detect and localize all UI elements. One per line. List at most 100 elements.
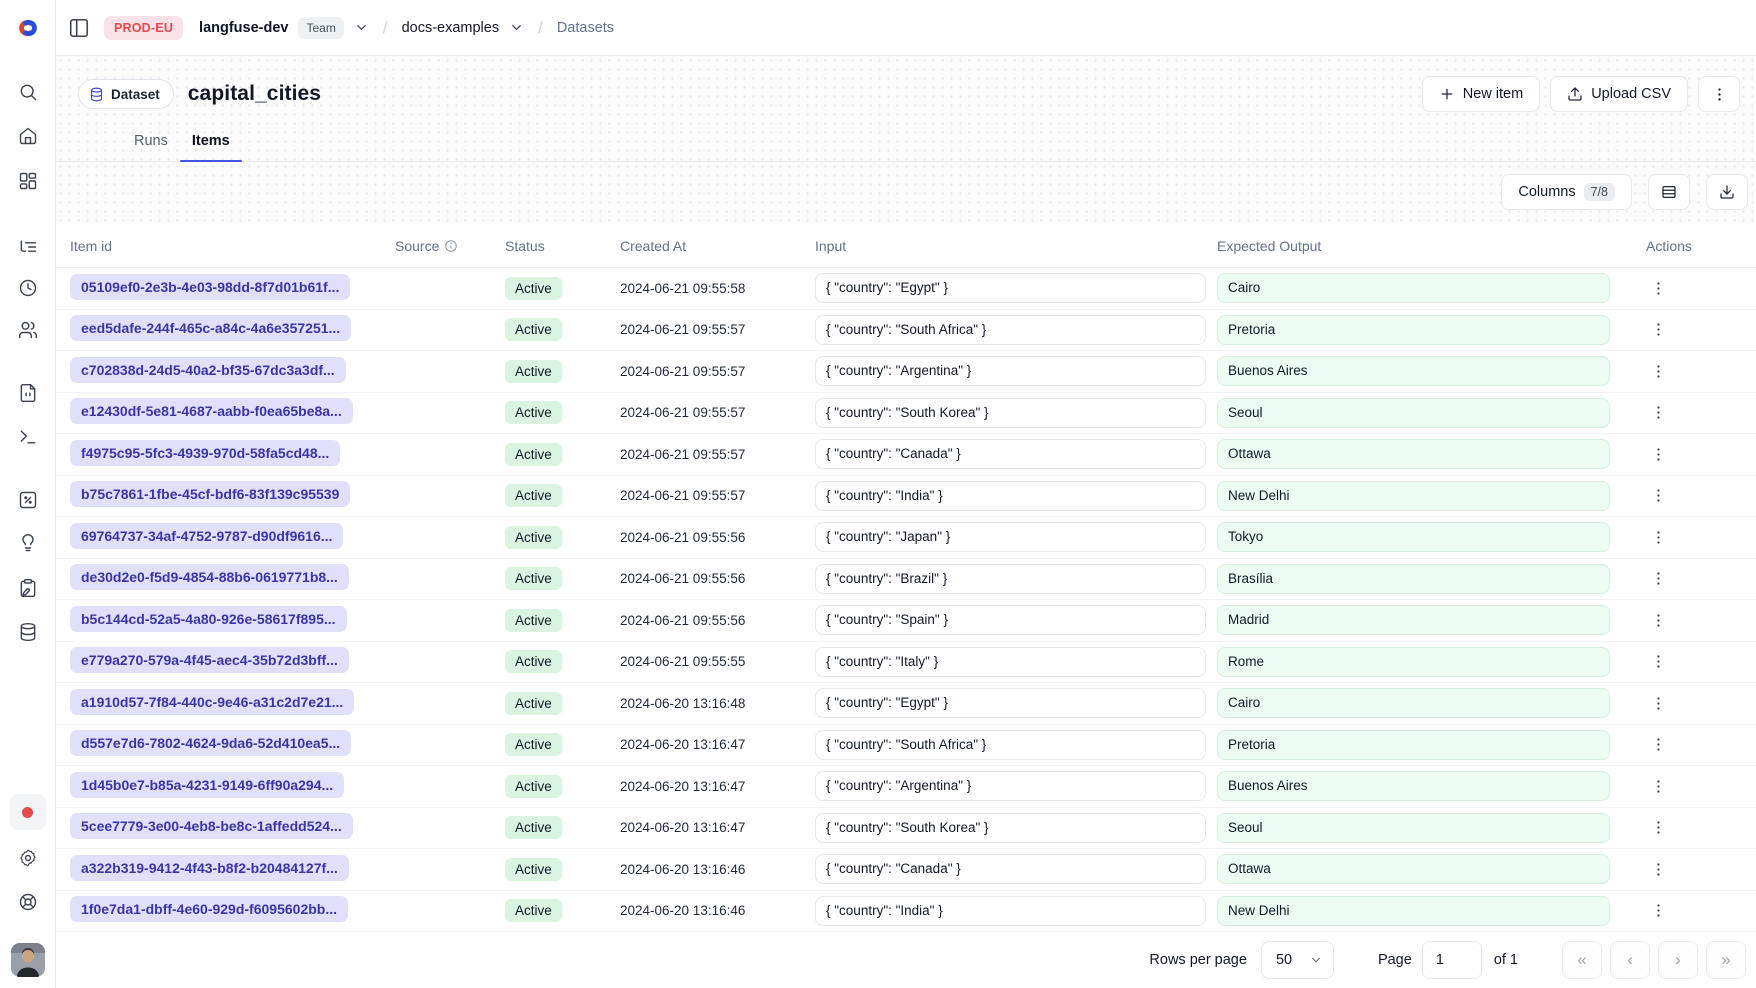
input-value[interactable]: { "country": "India" } xyxy=(815,481,1206,511)
item-id-badge[interactable]: b5c144cd-52a5-4a80-926e-58617f895... xyxy=(70,606,347,632)
expected-output-value[interactable]: Cairo xyxy=(1217,273,1610,303)
support-lifebuoy-icon[interactable] xyxy=(10,884,46,920)
item-id-badge[interactable]: f4975c95-5fc3-4939-970d-58fa5cd48... xyxy=(70,440,340,466)
upload-csv-button[interactable]: Upload CSV xyxy=(1550,76,1688,112)
row-height-button[interactable] xyxy=(1648,174,1690,210)
row-actions-button[interactable] xyxy=(1644,814,1672,842)
expected-output-value[interactable]: Pretoria xyxy=(1217,730,1610,760)
expected-output-value[interactable]: Brasília xyxy=(1217,564,1610,594)
page-number-input[interactable] xyxy=(1422,941,1482,979)
next-page-button[interactable]: › xyxy=(1658,941,1698,979)
item-id-badge[interactable]: eed5dafe-244f-465c-a84c-4a6e357251... xyxy=(70,315,351,341)
row-actions-button[interactable] xyxy=(1644,855,1672,883)
row-actions-button[interactable] xyxy=(1644,399,1672,427)
item-id-badge[interactable]: 05109ef0-2e3b-4e03-98dd-8f7d01b61f... xyxy=(70,274,350,300)
row-actions-button[interactable] xyxy=(1644,772,1672,800)
col-header-created-at[interactable]: Created At xyxy=(620,238,815,254)
home-icon[interactable] xyxy=(10,118,46,154)
input-value[interactable]: { "country": "Egypt" } xyxy=(815,688,1206,718)
notification-button[interactable] xyxy=(10,794,46,830)
row-actions-button[interactable] xyxy=(1644,523,1672,551)
expected-output-value[interactable]: Buenos Aires xyxy=(1217,356,1610,386)
row-actions-button[interactable] xyxy=(1644,689,1672,717)
expected-output-value[interactable]: Pretoria xyxy=(1217,315,1610,345)
expected-output-value[interactable]: Rome xyxy=(1217,647,1610,677)
playground-terminal-icon[interactable] xyxy=(10,419,46,455)
input-value[interactable]: { "country": "Canada" } xyxy=(815,854,1206,884)
input-value[interactable]: { "country": "Italy" } xyxy=(815,647,1206,677)
columns-button[interactable]: Columns 7/8 xyxy=(1501,174,1632,210)
input-value[interactable]: { "country": "Japan" } xyxy=(815,522,1206,552)
sessions-clock-icon[interactable] xyxy=(10,270,46,306)
dashboard-icon[interactable] xyxy=(10,163,46,199)
row-actions-button[interactable] xyxy=(1644,274,1672,302)
users-icon[interactable] xyxy=(10,312,46,348)
expected-output-value[interactable]: New Delhi xyxy=(1217,481,1610,511)
expected-output-value[interactable]: Madrid xyxy=(1217,605,1610,635)
annotation-clipboard-icon[interactable] xyxy=(10,570,46,606)
input-value[interactable]: { "country": "Egypt" } xyxy=(815,273,1206,303)
row-actions-button[interactable] xyxy=(1644,731,1672,759)
item-id-badge[interactable]: a322b319-9412-4f43-b8f2-b20484127f... xyxy=(70,855,349,881)
tab-runs[interactable]: Runs xyxy=(122,124,180,161)
expected-output-value[interactable]: Cairo xyxy=(1217,688,1610,718)
input-value[interactable]: { "country": "South Korea" } xyxy=(815,813,1206,843)
tab-items[interactable]: Items xyxy=(180,124,242,161)
first-page-button[interactable]: « xyxy=(1562,941,1602,979)
org-name[interactable]: langfuse-dev xyxy=(199,20,288,36)
col-header-expected-output[interactable]: Expected Output xyxy=(1217,238,1642,254)
breadcrumb-section[interactable]: Datasets xyxy=(557,20,614,36)
input-value[interactable]: { "country": "Argentina" } xyxy=(815,771,1206,801)
previous-page-button[interactable]: ‹ xyxy=(1610,941,1650,979)
search-icon[interactable] xyxy=(10,74,46,110)
datasets-database-icon[interactable] xyxy=(10,614,46,650)
input-value[interactable]: { "country": "Spain" } xyxy=(815,605,1206,635)
item-id-badge[interactable]: e779a270-579a-4f45-aec4-35b72d3bff... xyxy=(70,647,349,673)
row-actions-button[interactable] xyxy=(1644,897,1672,925)
item-id-badge[interactable]: b75c7861-1fbe-45cf-bdf6-83f139c95539 xyxy=(70,481,350,507)
row-actions-button[interactable] xyxy=(1644,357,1672,385)
item-id-badge[interactable]: de30d2e0-f5d9-4854-88b6-0619771b8... xyxy=(70,564,349,590)
settings-gear-icon[interactable] xyxy=(10,840,46,876)
col-header-status[interactable]: Status xyxy=(505,238,620,254)
input-value[interactable]: { "country": "South Africa" } xyxy=(815,730,1206,760)
input-value[interactable]: { "country": "Canada" } xyxy=(815,439,1206,469)
more-actions-button[interactable] xyxy=(1698,76,1740,112)
input-value[interactable]: { "country": "Brazil" } xyxy=(815,564,1206,594)
item-id-badge[interactable]: 1f0e7da1-dbff-4e60-929d-f6095602bb... xyxy=(70,896,348,922)
sidebar-toggle-icon[interactable] xyxy=(68,17,90,39)
row-actions-button[interactable] xyxy=(1644,482,1672,510)
expected-output-value[interactable]: Ottawa xyxy=(1217,854,1610,884)
row-actions-button[interactable] xyxy=(1644,440,1672,468)
expected-output-value[interactable]: Tokyo xyxy=(1217,522,1610,552)
input-value[interactable]: { "country": "South Africa" } xyxy=(815,315,1206,345)
prompts-icon[interactable] xyxy=(10,375,46,411)
input-value[interactable]: { "country": "South Korea" } xyxy=(815,398,1206,428)
expected-output-value[interactable]: Seoul xyxy=(1217,813,1610,843)
row-actions-button[interactable] xyxy=(1644,565,1672,593)
expected-output-value[interactable]: Ottawa xyxy=(1217,439,1610,469)
user-avatar[interactable] xyxy=(11,943,45,977)
breadcrumb-project[interactable]: docs-examples xyxy=(402,20,500,36)
item-id-badge[interactable]: 1d45b0e7-b85a-4231-9149-6ff90a294... xyxy=(70,772,344,798)
input-value[interactable]: { "country": "India" } xyxy=(815,896,1206,926)
export-download-button[interactable] xyxy=(1706,174,1748,210)
item-id-badge[interactable]: 5cee7779-3e00-4eb8-be8c-1affedd524... xyxy=(70,813,353,839)
project-chevron-down-icon[interactable] xyxy=(509,20,524,35)
row-actions-button[interactable] xyxy=(1644,606,1672,634)
item-id-badge[interactable]: c702838d-24d5-40a2-bf35-67dc3a3df... xyxy=(70,357,346,383)
col-header-input[interactable]: Input xyxy=(815,238,1217,254)
col-header-source[interactable]: Source xyxy=(395,238,505,254)
row-actions-button[interactable] xyxy=(1644,316,1672,344)
evaluation-percent-icon[interactable] xyxy=(10,482,46,518)
item-id-badge[interactable]: 69764737-34af-4752-9787-d90df9616... xyxy=(70,523,343,549)
item-id-badge[interactable]: e12430df-5e81-4687-aabb-f0ea65be8a... xyxy=(70,398,353,424)
new-item-button[interactable]: New item xyxy=(1422,76,1540,112)
expected-output-value[interactable]: Seoul xyxy=(1217,398,1610,428)
last-page-button[interactable]: » xyxy=(1706,941,1746,979)
col-header-item-id[interactable]: Item id xyxy=(70,238,395,254)
rows-per-page-select[interactable]: 50 xyxy=(1261,941,1334,979)
expected-output-value[interactable]: Buenos Aires xyxy=(1217,771,1610,801)
tracing-icon[interactable] xyxy=(10,229,46,265)
suggestions-lightbulb-icon[interactable] xyxy=(10,525,46,561)
